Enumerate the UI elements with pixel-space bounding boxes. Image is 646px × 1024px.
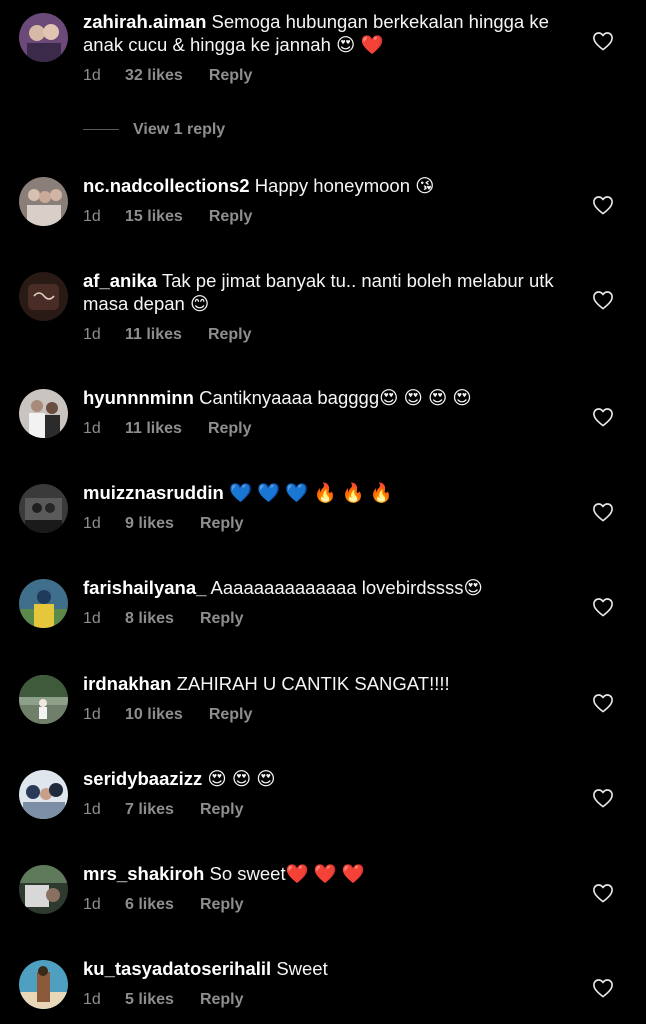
avatar[interactable] xyxy=(19,865,68,914)
reply-button[interactable]: Reply xyxy=(200,895,244,915)
reply-button[interactable]: Reply xyxy=(208,419,252,439)
comment-text: irdnakhan ZAHIRAH U CANTIK SANGAT!!!! xyxy=(83,672,568,695)
heart-outline-icon[interactable] xyxy=(592,290,614,310)
comment-meta: 1d 11 likes Reply xyxy=(83,419,568,439)
comment-body: 💙 💙 💙 🔥 🔥 🔥 xyxy=(228,482,393,503)
avatar[interactable] xyxy=(19,675,68,724)
comment-likes[interactable]: 32 likes xyxy=(125,66,183,86)
avatar[interactable] xyxy=(19,177,68,226)
comment-username[interactable]: nc.nadcollections2 xyxy=(83,175,250,196)
comment-body: Cantiknyaaaa bagggg😍 😍 😍 😍 xyxy=(199,387,472,408)
reply-button[interactable]: Reply xyxy=(200,990,244,1010)
heart-outline-icon[interactable] xyxy=(592,407,614,427)
comment-meta: 1d 7 likes Reply xyxy=(83,800,568,820)
comment-username[interactable]: af_anika xyxy=(83,270,157,291)
avatar[interactable] xyxy=(19,272,68,321)
comment-username[interactable]: seridybaazizz xyxy=(83,768,202,789)
comment-age: 1d xyxy=(83,67,101,84)
comment-likes[interactable]: 6 likes xyxy=(125,895,174,915)
heart-outline-icon[interactable] xyxy=(592,597,614,617)
comment-likes[interactable]: 15 likes xyxy=(125,207,183,227)
comment-username[interactable]: hyunnnminn xyxy=(83,387,194,408)
heart-outline-icon[interactable] xyxy=(592,693,614,713)
comment-likes[interactable]: 10 likes xyxy=(125,705,183,725)
comment-text: af_anika Tak pe jimat banyak tu.. nanti … xyxy=(83,269,568,315)
comment-text: nc.nadcollections2 Happy honeymoon 😘 xyxy=(83,174,568,197)
comment-meta: 1d 8 likes Reply xyxy=(83,609,568,629)
heart-outline-icon[interactable] xyxy=(592,883,614,903)
comment-body: Sweet xyxy=(276,958,328,979)
comment-username[interactable]: ku_tasyadatoserihalil xyxy=(83,958,271,979)
comment-text: farishailyana_ Aaaaaaaaaaaaaa lovebirdss… xyxy=(83,576,568,599)
reply-button[interactable]: Reply xyxy=(209,207,253,227)
avatar[interactable] xyxy=(19,13,68,62)
heart-outline-icon[interactable] xyxy=(592,788,614,808)
comment-age: 1d xyxy=(83,896,101,913)
divider xyxy=(83,129,119,131)
comment-meta: 1d 6 likes Reply xyxy=(83,895,568,915)
reply-button[interactable]: Reply xyxy=(200,514,244,534)
comment-username[interactable]: mrs_shakiroh xyxy=(83,863,204,884)
comment-meta: 1d 9 likes Reply xyxy=(83,514,568,534)
comment-likes[interactable]: 7 likes xyxy=(125,800,174,820)
comment-age: 1d xyxy=(83,991,101,1008)
comment-text: ku_tasyadatoserihalil Sweet xyxy=(83,957,568,980)
avatar[interactable] xyxy=(19,484,68,533)
reply-button[interactable]: Reply xyxy=(209,66,253,86)
comment-body: ZAHIRAH U CANTIK SANGAT!!!! xyxy=(176,673,450,694)
comment-age: 1d xyxy=(83,208,101,225)
comment-username[interactable]: irdnakhan xyxy=(83,673,171,694)
avatar[interactable] xyxy=(19,770,68,819)
reply-button[interactable]: Reply xyxy=(209,705,253,725)
comment-likes[interactable]: 11 likes xyxy=(125,419,182,439)
reply-button[interactable]: Reply xyxy=(200,609,244,629)
comment-age: 1d xyxy=(83,326,101,343)
comment-text: zahirah.aiman Semoga hubungan berkekalan… xyxy=(83,10,568,56)
comment-text: hyunnnminn Cantiknyaaaa bagggg😍 😍 😍 😍 xyxy=(83,386,568,409)
reply-button[interactable]: Reply xyxy=(208,325,252,345)
heart-outline-icon[interactable] xyxy=(592,502,614,522)
heart-outline-icon[interactable] xyxy=(592,195,614,215)
heart-outline-icon[interactable] xyxy=(592,31,614,51)
comment-meta: 1d 11 likes Reply xyxy=(83,325,568,345)
comment-username[interactable]: zahirah.aiman xyxy=(83,11,206,32)
comment-username[interactable]: farishailyana_ xyxy=(83,577,206,598)
comment-likes[interactable]: 9 likes xyxy=(125,514,174,534)
comment-meta: 1d 32 likes Reply xyxy=(83,66,568,86)
comment-body: 😍 😍 😍 xyxy=(207,768,276,789)
view-replies-label: View 1 reply xyxy=(133,121,226,138)
heart-outline-icon[interactable] xyxy=(592,978,614,998)
avatar[interactable] xyxy=(19,960,68,1009)
comment-username[interactable]: muizznasruddin xyxy=(83,482,224,503)
comment-likes[interactable]: 5 likes xyxy=(125,990,174,1010)
comment-age: 1d xyxy=(83,801,101,818)
comment-age: 1d xyxy=(83,610,101,627)
comment-likes[interactable]: 8 likes xyxy=(125,609,174,629)
avatar[interactable] xyxy=(19,389,68,438)
comment-age: 1d xyxy=(83,706,101,723)
comment-age: 1d xyxy=(83,515,101,532)
comment-text: mrs_shakiroh So sweet❤️ ❤️ ❤️ xyxy=(83,862,568,885)
reply-button[interactable]: Reply xyxy=(200,800,244,820)
comment-text: seridybaazizz 😍 😍 😍 xyxy=(83,767,568,790)
avatar[interactable] xyxy=(19,579,68,628)
comment-text: muizznasruddin 💙 💙 💙 🔥 🔥 🔥 xyxy=(83,481,568,504)
comment-body: Happy honeymoon 😘 xyxy=(254,175,435,196)
comment-body: Aaaaaaaaaaaaaa lovebirdssss😍 xyxy=(210,577,483,598)
comment-meta: 1d 15 likes Reply xyxy=(83,207,568,227)
comment-body: So sweet❤️ ❤️ ❤️ xyxy=(209,863,365,884)
view-replies-button[interactable]: View 1 reply xyxy=(83,120,225,140)
comment-likes[interactable]: 11 likes xyxy=(125,325,182,345)
comment-age: 1d xyxy=(83,420,101,437)
comment-meta: 1d 10 likes Reply xyxy=(83,705,568,725)
comment-meta: 1d 5 likes Reply xyxy=(83,990,568,1010)
